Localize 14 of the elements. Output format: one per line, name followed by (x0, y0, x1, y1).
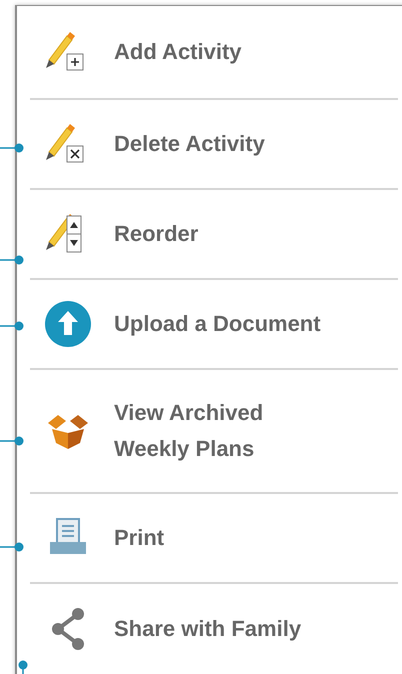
upload-icon (44, 300, 92, 348)
menu-item[interactable]: Reorder (30, 190, 398, 280)
leader-line (0, 321, 25, 331)
menu-item[interactable]: Add Activity (30, 6, 398, 100)
leader-line (0, 436, 25, 446)
menu-item[interactable]: Delete Activity (30, 100, 398, 190)
leader-line (0, 255, 25, 265)
leader-line (0, 542, 25, 552)
menu-item[interactable]: View Archived Weekly Plans (30, 370, 398, 494)
menu-item[interactable]: Share with Family (30, 584, 398, 673)
leader-line (18, 660, 28, 674)
menu-item[interactable]: Upload a Document (30, 280, 398, 370)
leader-line (0, 143, 25, 153)
menu-item[interactable]: Print (30, 494, 398, 584)
